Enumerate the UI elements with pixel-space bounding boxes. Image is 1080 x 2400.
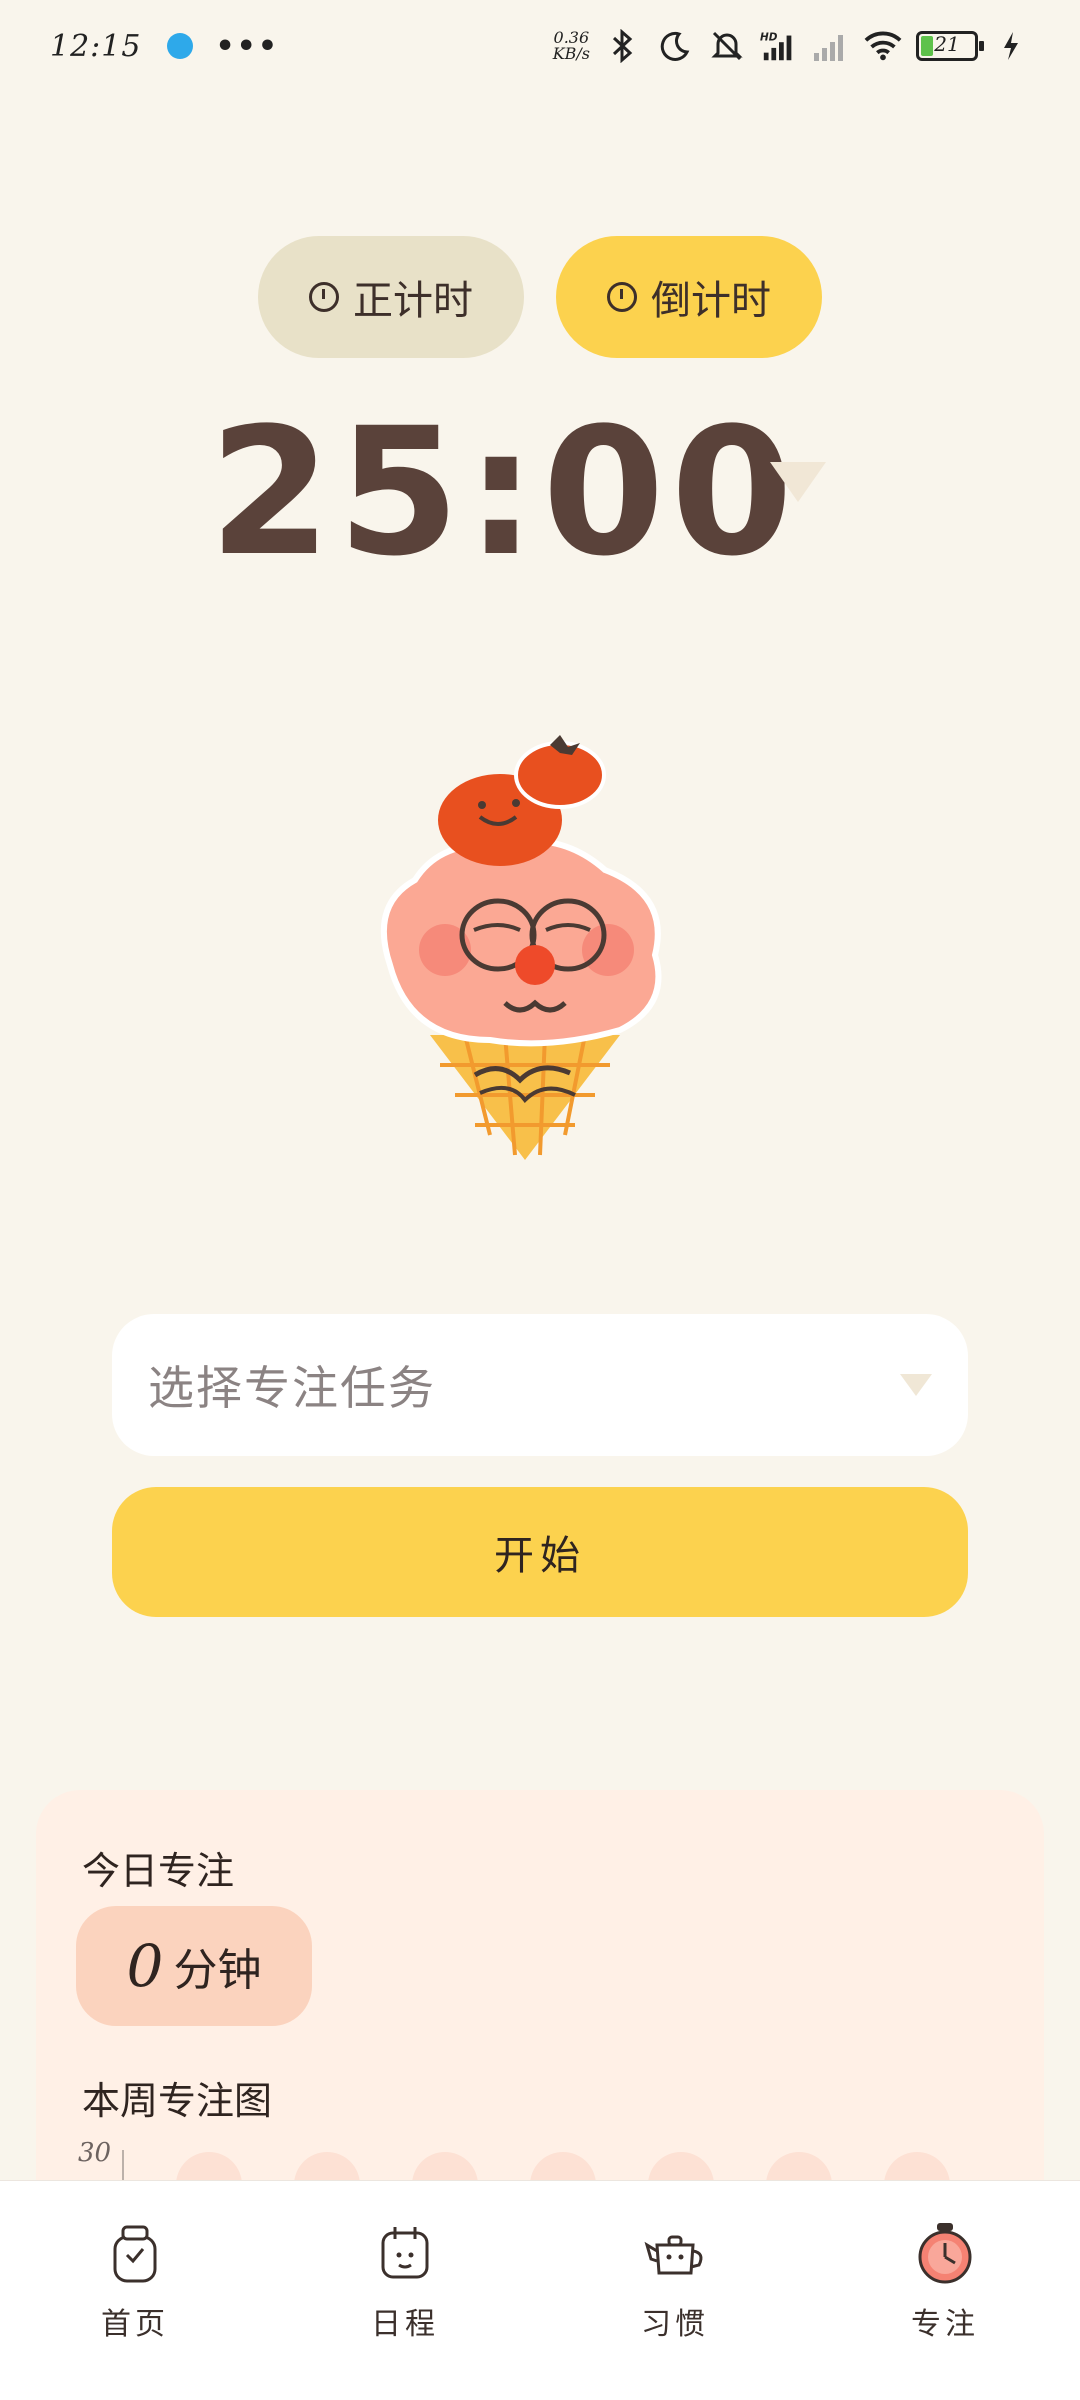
focus-timer-icon	[918, 2223, 972, 2284]
signal-tag: HD	[760, 31, 778, 43]
schedule-icon	[381, 2227, 429, 2279]
today-focus-value: 0	[126, 1932, 164, 2000]
countdown-icon	[607, 282, 637, 312]
count-down-label: 倒计时	[651, 278, 771, 324]
week-chart-y-max: 30	[78, 2138, 112, 2168]
wifi-icon	[864, 27, 902, 65]
home-jar-icon	[113, 2225, 157, 2283]
today-focus-title: 今日专注	[82, 1849, 235, 1893]
nav-item-focus[interactable]: 专注	[810, 2181, 1080, 2400]
signal-icon: HD	[760, 27, 798, 65]
status-time: 12:15	[50, 28, 142, 64]
nav-item-habit[interactable]: 习惯	[540, 2181, 810, 2400]
stopwatch-icon	[309, 282, 339, 312]
signal-weak-icon	[812, 27, 850, 65]
battery-icon: 21	[916, 31, 984, 61]
network-speed: 0.36 KB/s	[553, 30, 590, 62]
task-select-dropdown[interactable]: 选择专注任务	[112, 1314, 968, 1456]
week-focus-chart-title: 本周专注图	[82, 2079, 273, 2123]
timer-dropdown-caret-icon[interactable]	[770, 462, 826, 502]
nav-item-schedule[interactable]: 日程	[270, 2181, 540, 2400]
bluetooth-icon	[604, 27, 642, 65]
today-focus-badge: 0 分钟	[76, 1906, 312, 2026]
count-up-label: 正计时	[353, 278, 473, 324]
network-speed-unit: KB/s	[552, 44, 590, 63]
moon-icon	[656, 27, 694, 65]
charging-icon	[992, 27, 1030, 65]
ice-cream-mascot-illustration	[380, 735, 662, 1160]
today-focus-unit: 分钟	[173, 1945, 262, 1996]
timer-mode-toggle: 正计时 倒计时	[258, 236, 822, 358]
battery-level: 21	[934, 32, 960, 56]
bell-off-icon	[708, 27, 746, 65]
bottom-navigation: 首页 日程 习惯 专注	[0, 2180, 1080, 2400]
nav-label-focus: 专注	[911, 2307, 979, 2342]
timer-display[interactable]: 25:00	[0, 390, 1008, 595]
app-notification-icon	[167, 33, 194, 59]
status-bar: 12:15 ••• 0.36 KB/s HD 21	[0, 0, 1080, 92]
nav-label-habit: 习惯	[641, 2307, 709, 2342]
count-down-button[interactable]: 倒计时	[556, 236, 822, 358]
more-notifications-icon: •••	[215, 28, 279, 64]
start-button[interactable]: 开始	[112, 1487, 968, 1617]
nav-item-home[interactable]: 首页	[0, 2181, 270, 2400]
nav-label-home: 首页	[101, 2307, 169, 2342]
nav-label-schedule: 日程	[371, 2307, 439, 2342]
task-select-placeholder: 选择专注任务	[148, 1361, 436, 1415]
chevron-down-icon	[900, 1374, 932, 1396]
habit-teapot-icon	[644, 2235, 703, 2275]
count-up-button[interactable]: 正计时	[258, 236, 524, 358]
